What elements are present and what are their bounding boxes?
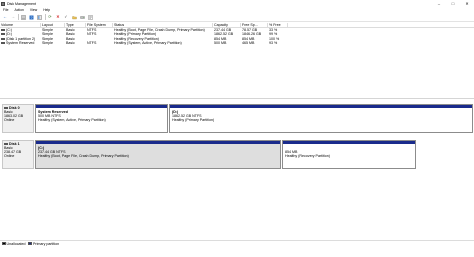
partition-status: Healthy (Boot, Page File, Crash Dump, Pr… <box>38 154 129 158</box>
legend-label-unallocated: Unallocated <box>6 241 26 246</box>
column-header-file-system[interactable]: File System <box>86 22 113 28</box>
column-header-volume[interactable]: Volume <box>0 22 41 28</box>
pane-splitter[interactable] <box>0 98 474 99</box>
check-icon[interactable]: ✓ <box>63 14 69 20</box>
volume-icon <box>1 42 5 45</box>
percent-free-cell: 93 % <box>269 41 278 46</box>
table-row[interactable]: System Reserved Simple Basic NTFS Health… <box>0 41 474 46</box>
window-title: Disk Management <box>7 1 36 6</box>
column-header-free-space[interactable]: Free Sp... <box>241 22 268 28</box>
partition-c[interactable]: (C:) 237.44 GB NTFS Healthy (Boot, Page … <box>35 140 281 169</box>
column-header-layout[interactable]: Layout <box>41 22 65 28</box>
column-header-capacity[interactable]: Capacity <box>213 22 241 28</box>
refresh-icon[interactable]: ⟳ <box>47 14 53 20</box>
status-cell: Healthy (System, Active, Primary Partiti… <box>114 41 182 46</box>
disk-list-alt-icon[interactable] <box>37 14 43 20</box>
type-cell: Basic <box>66 41 75 46</box>
column-header-percent-free[interactable]: % Free <box>268 22 288 28</box>
menu-view[interactable]: View <box>27 8 40 12</box>
status-bar <box>0 246 474 257</box>
volume-name-cell: System Reserved <box>0 41 41 46</box>
volume-name: (Disk 1 partition 2) <box>6 36 36 41</box>
legend-swatch-primary-partition <box>28 241 32 246</box>
disk-icon <box>4 106 8 109</box>
maximize-button[interactable]: □ <box>446 0 460 7</box>
disk-name: Disk 0 <box>9 105 20 110</box>
disk-row-disk-1: Disk 1 Basic 238.47 GB Online (C:) 237.4… <box>0 136 474 169</box>
close-button[interactable]: ✕ <box>460 0 474 7</box>
disk-management-app-icon <box>1 1 5 6</box>
partition-status: Healthy (Recovery Partition) <box>285 154 330 158</box>
partition-system-reserved[interactable]: System Reserved 500 MB NTFS Healthy (Sys… <box>35 104 168 133</box>
disk-icon[interactable] <box>79 14 85 20</box>
forward-arrow-icon[interactable]: → <box>10 14 16 20</box>
volume-icon <box>1 28 5 31</box>
disk-row-disk-0: Disk 0 Basic 1863.02 GB Online System Re… <box>0 100 474 133</box>
partition-d[interactable]: (D:) 1862.52 GB NTFS Healthy (Primary Pa… <box>169 104 473 133</box>
partition-recovery[interactable]: 854 MB Healthy (Recovery Partition) <box>282 140 416 169</box>
menu-help[interactable]: Help <box>40 8 53 12</box>
properties-icon[interactable] <box>87 14 93 20</box>
partition-status: Healthy (Primary Partition) <box>172 118 215 122</box>
free-space-cell: 465 MB <box>242 41 255 46</box>
disk-name: Disk 1 <box>9 141 20 146</box>
column-header-status[interactable]: Status <box>113 22 213 28</box>
partition-type-bar <box>283 141 415 144</box>
back-arrow-icon[interactable]: ← <box>2 14 8 20</box>
disk-icon <box>4 142 8 145</box>
volume-name: System Reserved <box>6 41 35 46</box>
menu-action[interactable]: Action <box>11 8 26 12</box>
disk-info-disk-0[interactable]: Disk 0 Basic 1863.02 GB Online <box>2 104 34 133</box>
disk-map-pane: Disk 0 Basic 1863.02 GB Online System Re… <box>0 100 474 241</box>
capacity-cell: 500 MB <box>214 41 227 46</box>
folder-open-icon[interactable] <box>71 14 77 20</box>
help-icon[interactable]: ? <box>29 14 35 20</box>
disk-state: Online <box>4 117 15 122</box>
volume-name: (D:) <box>6 32 12 37</box>
minimize-button[interactable]: – <box>432 0 446 7</box>
partition-status: Healthy (System, Active, Primary Partiti… <box>38 118 106 122</box>
partition-type-bar <box>36 141 280 144</box>
toolbar-separator <box>18 14 19 20</box>
volume-icon <box>1 37 5 40</box>
volume-name: (C:) <box>6 27 12 32</box>
menu-file[interactable]: File <box>0 8 11 12</box>
volume-icon <box>1 33 5 36</box>
toolbar: ← → ? ⟳ ✕ ✓ <box>0 13 474 22</box>
delete-icon[interactable]: ✕ <box>55 14 61 20</box>
title-bar: Disk Management – □ ✕ <box>0 0 474 7</box>
legend-swatch-unallocated <box>2 241 6 246</box>
toolbar-separator <box>44 14 45 20</box>
disk-list-icon[interactable] <box>21 14 27 20</box>
window-controls: – □ ✕ <box>432 0 474 7</box>
svg-text:?: ? <box>31 16 33 20</box>
file-system-cell: NTFS <box>87 41 97 46</box>
disk-info-disk-1[interactable]: Disk 1 Basic 238.47 GB Online <box>2 140 34 169</box>
column-header-type[interactable]: Type <box>65 22 86 28</box>
partition-type-bar <box>36 105 167 108</box>
volume-list: Volume Layout Type File System Status Ca… <box>0 22 474 46</box>
layout-cell: Simple <box>42 41 53 46</box>
partition-type-bar <box>170 105 472 108</box>
legend-label-primary-partition: Primary partition <box>32 241 60 246</box>
disk-state: Online <box>4 153 15 158</box>
